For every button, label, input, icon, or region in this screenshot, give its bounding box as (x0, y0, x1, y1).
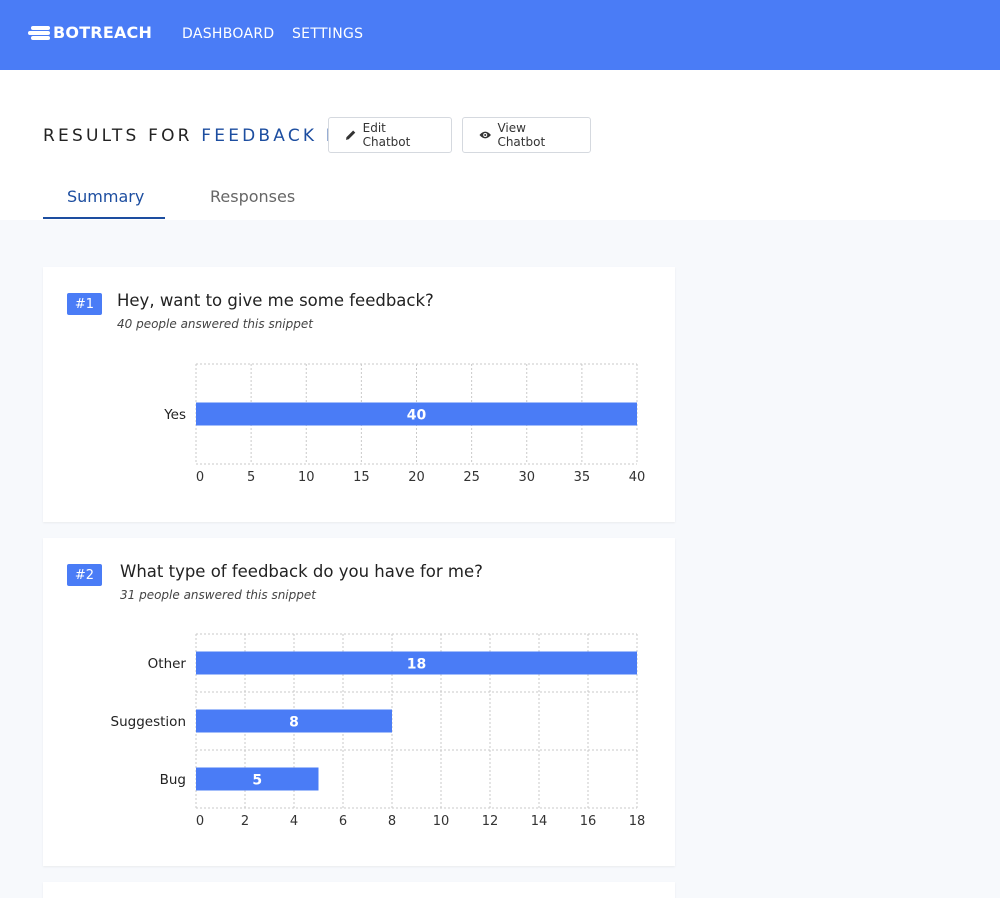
snippet-2-bar-chart: 0 2 4 6 8 10 12 14 16 18 Other 18 Suggestion 8 Bug 5 (111, 633, 646, 829)
nav-settings-link[interactable]: SETTINGS (292, 26, 363, 42)
pencil-icon (345, 130, 356, 140)
snippet-card-2: #2 What type of feedback do you have for… (43, 538, 675, 866)
x-tick-label: 15 (353, 470, 370, 485)
x-tick-label: 40 (629, 470, 646, 485)
x-tick-label: 4 (290, 814, 298, 829)
snippet-1-bar-chart: 0 5 10 15 20 25 30 35 40 Yes 40 (163, 363, 646, 485)
view-chatbot-button[interactable]: View Chatbot (462, 117, 591, 153)
snippet-answer-count: 40 people answered this snippet (117, 317, 313, 331)
logo-icon (28, 24, 50, 42)
results-header: RESULTS FOR FEEDBACK BOT Edit Chatbot Vi… (0, 70, 1000, 220)
page-title: RESULTS FOR FEEDBACK BOT (43, 126, 371, 146)
tab-summary[interactable]: Summary (67, 187, 144, 206)
x-tick-label: 5 (247, 470, 255, 485)
x-tick-label: 10 (433, 814, 450, 829)
category-label: Yes (163, 407, 186, 423)
x-tick-label: 30 (518, 470, 535, 485)
x-tick-label: 2 (241, 814, 249, 829)
view-chatbot-label: View Chatbot (497, 121, 546, 149)
top-nav-bar: BOTREACH DASHBOARD SETTINGS (0, 0, 1000, 70)
page-title-prefix: RESULTS FOR (43, 126, 193, 146)
nav-dashboard-link[interactable]: DASHBOARD (182, 26, 274, 42)
edit-chatbot-button[interactable]: Edit Chatbot (328, 117, 452, 153)
snippet-number-badge: #2 (67, 564, 102, 586)
tab-responses[interactable]: Responses (210, 187, 295, 206)
bar-value-label: 18 (407, 657, 426, 673)
snippet-question: Hey, want to give me some feedback? (117, 291, 434, 310)
botreach-logo[interactable]: BOTREACH (28, 23, 152, 42)
x-tick-label: 10 (298, 470, 315, 485)
edit-chatbot-label: Edit Chatbot (362, 121, 411, 149)
x-tick-label: 14 (531, 814, 548, 829)
x-tick-label: 0 (196, 814, 204, 829)
bar-value-label: 8 (289, 715, 299, 731)
x-tick-label: 12 (482, 814, 499, 829)
active-tab-indicator (43, 217, 165, 219)
bar-value-label: 5 (252, 773, 262, 789)
x-tick-label: 8 (388, 814, 396, 829)
x-tick-label: 18 (629, 814, 646, 829)
category-label: Suggestion (111, 714, 186, 730)
snippet-card-3 (43, 882, 675, 898)
bar-value-label: 40 (407, 408, 427, 424)
x-tick-label: 16 (580, 814, 597, 829)
snippet-answer-count: 31 people answered this snippet (120, 588, 316, 602)
x-tick-label: 25 (463, 470, 480, 485)
eye-icon (479, 131, 491, 139)
category-label: Other (148, 656, 187, 672)
snippet-question: What type of feedback do you have for me… (120, 562, 483, 581)
x-tick-label: 35 (574, 470, 591, 485)
x-tick-label: 0 (196, 470, 204, 485)
snippet-number-badge: #1 (67, 293, 102, 315)
logo-text: BOTREACH (53, 23, 153, 42)
snippet-card-1: #1 Hey, want to give me some feedback? 4… (43, 267, 675, 522)
x-tick-label: 6 (339, 814, 347, 829)
x-tick-label: 20 (408, 470, 425, 485)
category-label: Bug (160, 772, 186, 788)
